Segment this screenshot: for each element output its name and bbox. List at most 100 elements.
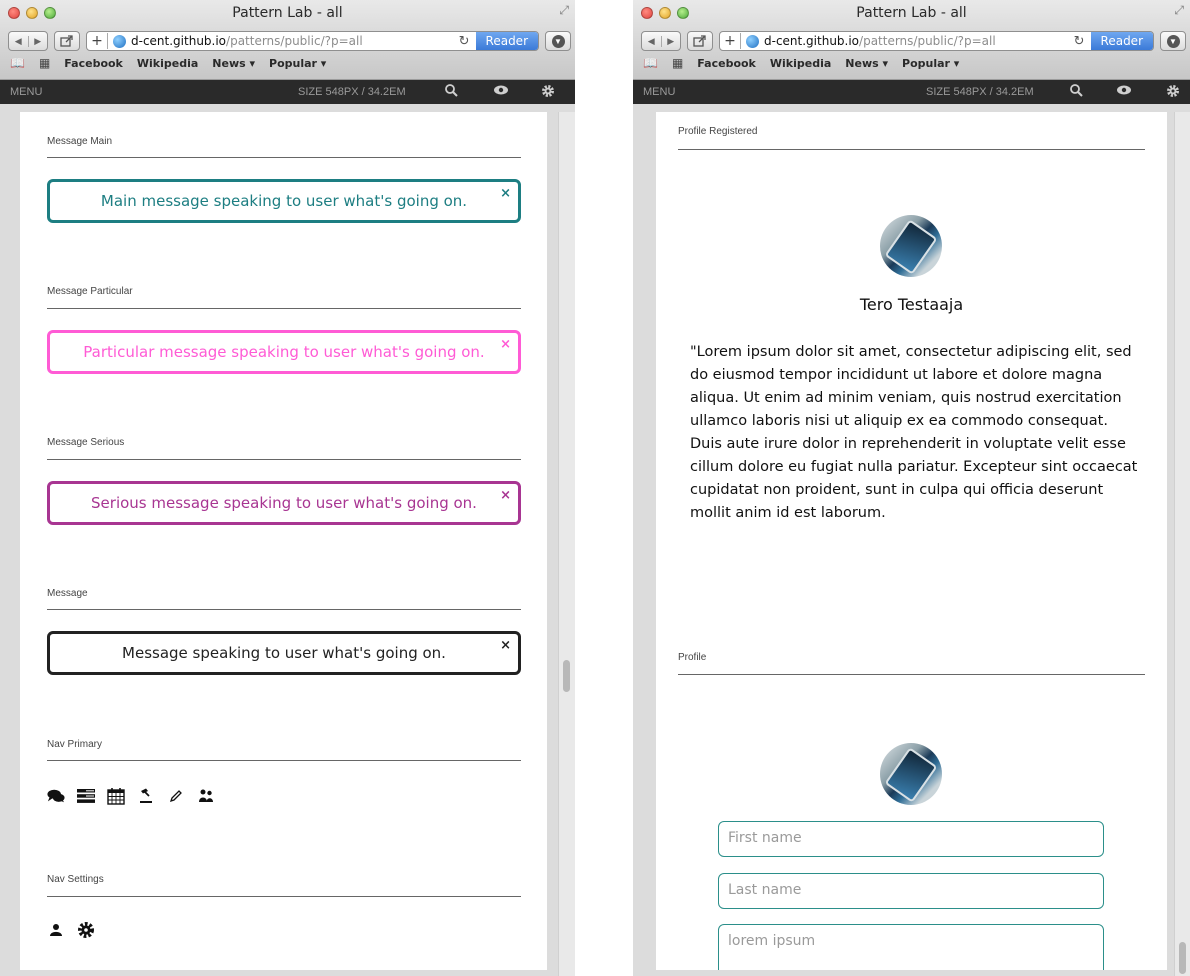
share-icon xyxy=(60,35,73,47)
back-icon[interactable]: ◀ xyxy=(642,35,662,47)
close-icon[interactable]: × xyxy=(500,488,511,503)
message-text: Message speaking to user what's going on… xyxy=(122,644,446,662)
pencil-icon[interactable] xyxy=(167,787,185,805)
fullscreen-icon[interactable]: ⤢ xyxy=(559,3,569,18)
patternlab-header: MENU SIZE 548PX / 34.2EM xyxy=(0,80,575,104)
scrollbar-thumb[interactable] xyxy=(563,660,570,692)
pattern-viewport: Profile Registered Tero Testaaja "Lorem … xyxy=(656,112,1167,970)
bookmark-wikipedia[interactable]: Wikipedia xyxy=(770,57,831,70)
eye-icon[interactable] xyxy=(1116,84,1132,99)
reader-button[interactable]: Reader xyxy=(475,32,538,50)
search-icon[interactable] xyxy=(445,84,458,100)
divider xyxy=(47,896,521,897)
reading-list-icon[interactable]: 📖 xyxy=(10,56,25,70)
profile-name: Tero Testaaja xyxy=(859,295,964,314)
browser-window-right: Pattern Lab - all ⤢ ◀ ▶ + d-cent.github.i… xyxy=(633,0,1190,976)
share-button[interactable] xyxy=(687,31,713,51)
viewport-size-label[interactable]: SIZE 548PX / 34.2EM xyxy=(298,86,406,98)
browser-chrome: Pattern Lab - all ⤢ ◀ ▶ + d-cent.github.i… xyxy=(0,0,575,80)
user-icon[interactable] xyxy=(47,921,65,939)
reading-list-icon[interactable]: 📖 xyxy=(643,56,658,70)
divider xyxy=(47,609,521,610)
browser-toolbar: ◀ ▶ + d-cent.github.io /patterns/public/?… xyxy=(641,30,1186,52)
pattern-viewport: Message Main Main message speaking to us… xyxy=(20,112,547,970)
gavel-icon[interactable] xyxy=(137,787,155,805)
bookmark-popular[interactable]: Popular ▾ xyxy=(902,57,959,70)
add-bookmark-button[interactable]: + xyxy=(87,33,108,49)
back-forward-buttons[interactable]: ◀ ▶ xyxy=(8,31,48,51)
globe-icon xyxy=(746,34,759,48)
forward-icon[interactable]: ▶ xyxy=(29,36,48,47)
message-serious: Serious message speaking to user what's … xyxy=(47,481,521,525)
bookmarks-bar: 📖 ▦ Facebook Wikipedia News ▾ Popular ▾ xyxy=(643,54,1186,72)
avatar xyxy=(880,743,942,805)
close-icon[interactable]: × xyxy=(500,638,511,653)
divider xyxy=(678,674,1145,675)
message-text: Particular message speaking to user what… xyxy=(83,343,485,361)
bio-textarea[interactable]: lorem ipsum xyxy=(718,924,1104,970)
share-icon xyxy=(693,35,706,47)
eye-icon[interactable] xyxy=(493,84,509,99)
downloads-button[interactable]: ▼ xyxy=(1160,31,1186,51)
back-forward-buttons[interactable]: ◀ ▶ xyxy=(641,31,681,51)
search-icon[interactable] xyxy=(1070,84,1083,100)
bookmark-popular[interactable]: Popular ▾ xyxy=(269,57,326,70)
add-bookmark-button[interactable]: + xyxy=(720,33,741,49)
bookmark-facebook[interactable]: Facebook xyxy=(697,57,756,70)
top-sites-icon[interactable]: ▦ xyxy=(39,56,50,70)
pattern-title-message: Message xyxy=(47,588,88,599)
downloads-button[interactable]: ▼ xyxy=(545,31,571,51)
close-icon[interactable]: × xyxy=(500,186,511,201)
forward-icon[interactable]: ▶ xyxy=(662,36,681,47)
back-icon[interactable]: ◀ xyxy=(9,35,29,47)
gear-icon[interactable] xyxy=(541,84,555,101)
scrollbar[interactable] xyxy=(558,112,575,976)
bookmark-wikipedia[interactable]: Wikipedia xyxy=(137,57,198,70)
browser-window-left: Pattern Lab - all ⤢ ◀ ▶ + d-cent.github.i… xyxy=(0,0,575,976)
nav-settings xyxy=(47,921,95,939)
message-text: Main message speaking to user what's goi… xyxy=(100,192,468,210)
divider xyxy=(47,308,521,309)
bookmark-facebook[interactable]: Facebook xyxy=(64,57,123,70)
fullscreen-icon[interactable]: ⤢ xyxy=(1174,3,1184,18)
reload-icon[interactable]: ↻ xyxy=(1068,34,1091,49)
url-host: d-cent.github.io xyxy=(131,34,227,48)
patternlab-menu-button[interactable]: MENU xyxy=(10,86,42,98)
address-bar[interactable]: + d-cent.github.io /patterns/public/?p=a… xyxy=(719,31,1154,51)
reload-icon[interactable]: ↻ xyxy=(453,34,476,49)
pattern-title-message-serious: Message Serious xyxy=(47,437,125,448)
download-icon: ▼ xyxy=(551,34,565,48)
message-main: Main message speaking to user what's goi… xyxy=(47,179,521,223)
window-title: Pattern Lab - all xyxy=(856,5,967,21)
bookmark-news[interactable]: News ▾ xyxy=(212,57,255,70)
divider xyxy=(47,157,521,158)
chat-icon[interactable] xyxy=(47,787,65,805)
address-bar[interactable]: + d-cent.github.io /patterns/public/?p=a… xyxy=(86,31,539,51)
reader-button[interactable]: Reader xyxy=(1090,32,1153,50)
bookmarks-bar: 📖 ▦ Facebook Wikipedia News ▾ Popular ▾ xyxy=(10,54,571,72)
url-path: /patterns/public/?p=all xyxy=(859,34,996,48)
bookmark-news[interactable]: News ▾ xyxy=(845,57,888,70)
top-sites-icon[interactable]: ▦ xyxy=(672,56,683,70)
viewport-size-label[interactable]: SIZE 548PX / 34.2EM xyxy=(926,86,1034,98)
pattern-title-profile-registered: Profile Registered xyxy=(678,126,758,137)
gear-icon[interactable] xyxy=(77,921,95,939)
download-icon: ▼ xyxy=(1166,34,1180,48)
gear-icon[interactable] xyxy=(1166,84,1180,101)
window-title: Pattern Lab - all xyxy=(232,5,343,21)
people-icon[interactable] xyxy=(197,787,215,805)
browser-chrome: Pattern Lab - all ⤢ ◀ ▶ + d-cent.github.i… xyxy=(633,0,1190,80)
calendar-icon[interactable] xyxy=(107,787,125,805)
url-path: /patterns/public/?p=all xyxy=(226,34,363,48)
share-button[interactable] xyxy=(54,31,80,51)
pattern-title-nav-primary: Nav Primary xyxy=(47,739,103,750)
profile-quote: "Lorem ipsum dolor sit amet, consectetur… xyxy=(690,344,1138,521)
scrollbar-thumb[interactable] xyxy=(1179,942,1186,974)
divider xyxy=(47,459,521,460)
scrollbar[interactable] xyxy=(1174,112,1190,976)
patternlab-menu-button[interactable]: MENU xyxy=(643,86,675,98)
list-icon[interactable] xyxy=(77,787,95,805)
close-icon[interactable]: × xyxy=(500,337,511,352)
first-name-field[interactable]: First name xyxy=(718,821,1104,857)
last-name-field[interactable]: Last name xyxy=(718,873,1104,909)
